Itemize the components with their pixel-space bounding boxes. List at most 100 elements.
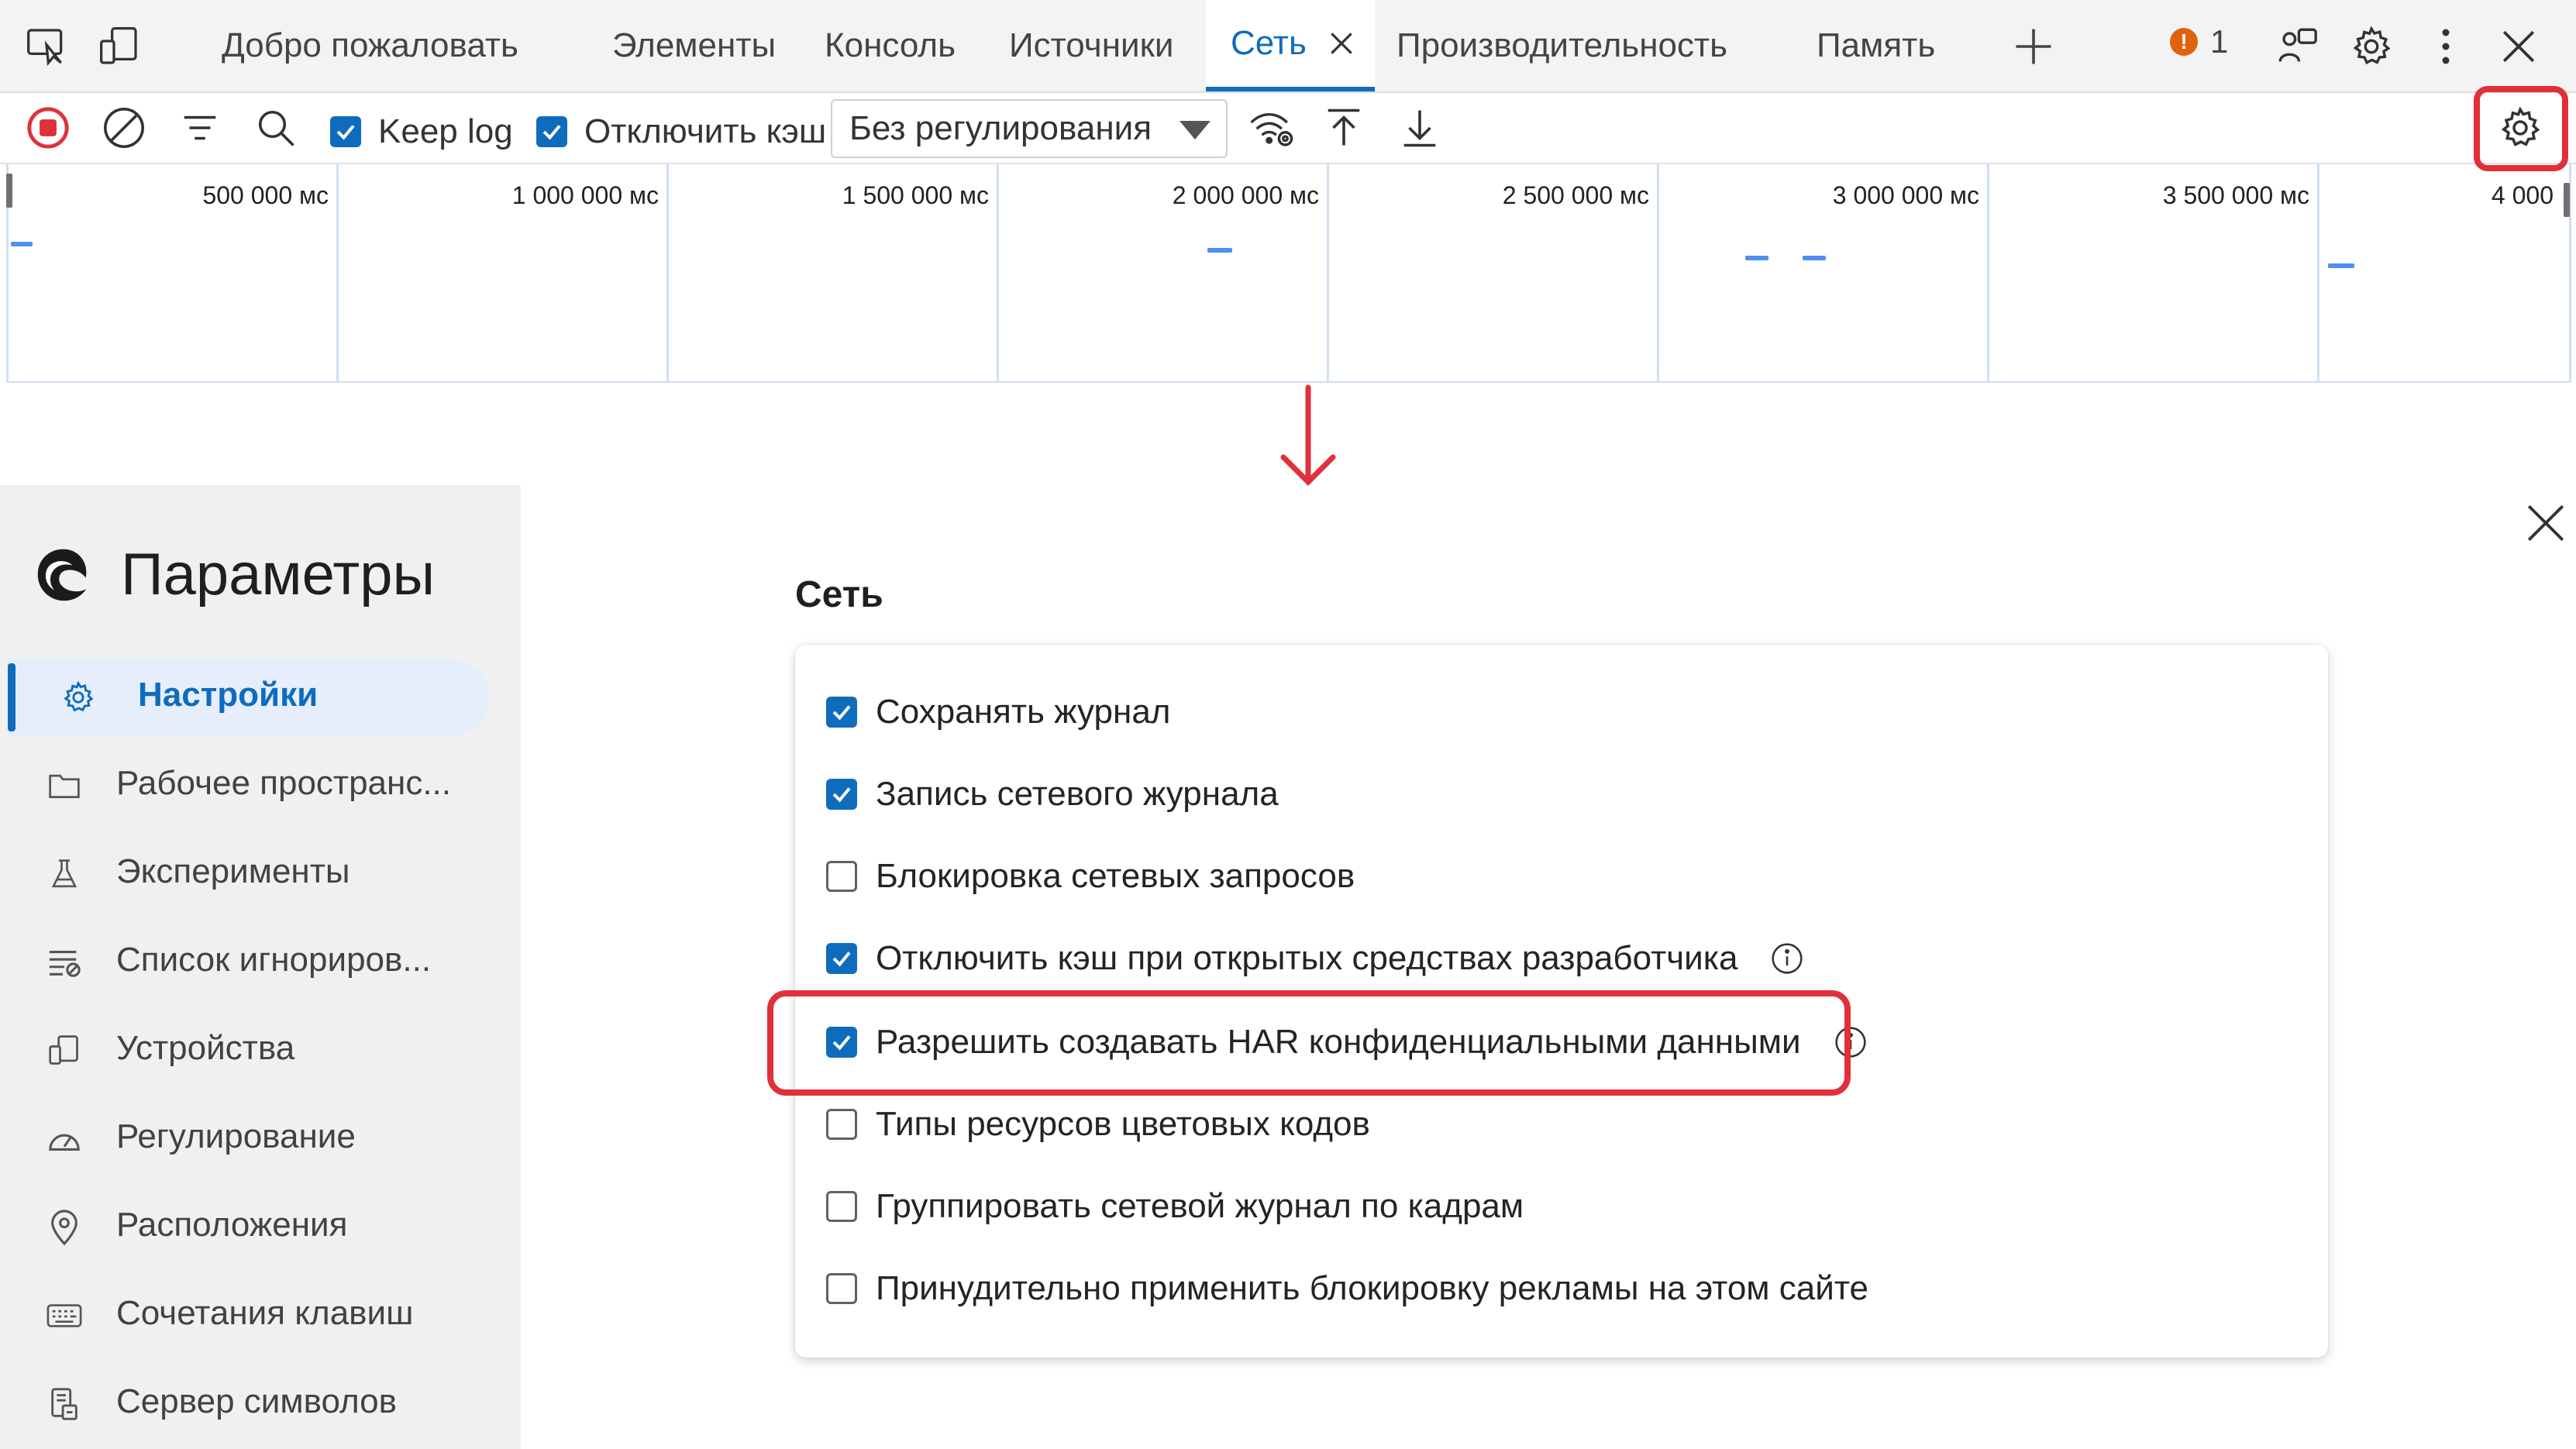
timeline-tick-label: 1 500 000 мс xyxy=(842,181,989,209)
option-disable-cache-devtools-open[interactable]: Отключить кэш при открытых средствах раз… xyxy=(826,939,1804,978)
timeline-tick-label: 1 000 000 мс xyxy=(511,181,659,209)
sidebar-item-throttling[interactable]: Регулирование xyxy=(0,1100,521,1178)
timeline-division: 3 500 000 мс xyxy=(1987,164,2317,381)
sidebar-item-symbol-server[interactable]: Сервер символов xyxy=(0,1365,521,1443)
checkbox-checked-icon[interactable] xyxy=(826,697,857,728)
checkbox-unchecked-icon[interactable] xyxy=(826,861,857,892)
timeline-tick-label: 2 000 000 мс xyxy=(1172,181,1319,209)
export-har-icon[interactable] xyxy=(1396,105,1443,151)
sidebar-item-experiments[interactable]: Эксперименты xyxy=(0,835,521,913)
settings-gear-icon[interactable] xyxy=(2348,23,2395,70)
checkbox-unchecked-icon[interactable] xyxy=(826,1109,857,1140)
devtools-tab-bar: Добро пожаловать Элементы Консоль Источн… xyxy=(0,0,2576,93)
feedback-icon[interactable] xyxy=(2274,23,2320,70)
option-record-network-log[interactable]: Запись сетевого журнала xyxy=(826,775,1279,814)
close-tab-icon[interactable] xyxy=(1327,29,1356,58)
sidebar-item-label: Сервер символов xyxy=(116,1382,397,1420)
option-preserve-log[interactable]: Сохранять журнал xyxy=(826,693,1170,731)
network-toolbar: Keep log Отключить кэш Без регулирования xyxy=(0,93,2576,164)
timeline-division: 3 000 000 мс xyxy=(1657,164,1987,381)
ignore-list-icon xyxy=(45,943,84,982)
edge-logo-icon xyxy=(34,546,93,604)
sidebar-item-label: Сочетания клавиш xyxy=(116,1294,414,1332)
sidebar-item-label: Регулирование xyxy=(116,1117,356,1155)
timeline-division: 1 000 000 мс xyxy=(336,164,666,381)
option-color-code-resource-types[interactable]: Типы ресурсов цветовых кодов xyxy=(826,1105,1370,1144)
checkbox-unchecked-icon[interactable] xyxy=(826,1191,857,1222)
network-overview-timeline: 500 000 мс 1 000 000 мс 1 500 000 мс 2 0… xyxy=(6,164,2571,383)
filter-icon[interactable] xyxy=(177,105,223,151)
tab-network[interactable]: Сеть xyxy=(1206,0,1375,91)
flask-icon xyxy=(45,855,84,893)
sidebar-item-preferences[interactable]: Настройки xyxy=(0,659,521,736)
gear-highlight-box xyxy=(2474,86,2568,171)
checkbox-checked-icon[interactable] xyxy=(826,779,857,810)
timeline-division: 4 000 xyxy=(2317,164,2571,381)
option-force-ad-blocking[interactable]: Принудительно применить блокировку рекла… xyxy=(826,1269,1868,1308)
throttling-select[interactable]: Без регулирования xyxy=(831,99,1228,158)
sidebar-item-label: Расположения xyxy=(116,1206,348,1244)
more-options-icon[interactable] xyxy=(2423,23,2469,70)
more-tabs-plus-icon[interactable] xyxy=(2010,23,2057,70)
request-mark xyxy=(1745,256,1768,260)
checkbox-checked-icon[interactable] xyxy=(826,943,857,974)
issues-icon: ! xyxy=(2170,28,2198,56)
tab-welcome[interactable]: Добро пожаловать xyxy=(222,0,518,91)
folder-icon xyxy=(45,766,84,805)
tab-elements[interactable]: Элементы xyxy=(612,0,776,91)
device-emulation-icon[interactable] xyxy=(96,23,143,70)
settings-header: Параметры xyxy=(34,541,435,608)
tab-memory[interactable]: Память xyxy=(1817,0,1935,91)
request-mark xyxy=(1207,248,1232,253)
sidebar-item-shortcuts[interactable]: Сочетания клавиш xyxy=(0,1277,521,1354)
sidebar-item-workspace[interactable]: Рабочее пространс... xyxy=(0,747,521,824)
overview-left-handle[interactable] xyxy=(6,174,12,208)
clear-icon[interactable] xyxy=(101,105,147,151)
sidebar-item-label: Настройки xyxy=(138,676,319,714)
tab-performance[interactable]: Производительность xyxy=(1396,0,1727,91)
sidebar-item-ignore-list[interactable]: Список игнориров... xyxy=(0,924,521,1001)
sidebar-item-locations[interactable]: Расположения xyxy=(0,1189,521,1266)
tab-console[interactable]: Консоль xyxy=(825,0,956,91)
disable-cache-checkbox[interactable]: Отключить кэш xyxy=(536,112,826,151)
network-conditions-icon[interactable] xyxy=(1248,105,1294,151)
info-icon[interactable] xyxy=(1770,941,1804,976)
timeline-tick-label: 3 000 000 мс xyxy=(1832,181,1979,209)
gauge-icon xyxy=(45,1120,84,1158)
timeline-division: 1 500 000 мс xyxy=(666,164,997,381)
timeline-division: 500 000 мс xyxy=(6,164,336,381)
checkbox-unchecked-icon[interactable] xyxy=(826,1273,857,1304)
keyboard-icon xyxy=(45,1296,84,1335)
network-section-title: Сеть xyxy=(795,574,883,615)
import-har-icon[interactable] xyxy=(1321,105,1367,151)
option-request-blocking[interactable]: Блокировка сетевых запросов xyxy=(826,857,1355,896)
sidebar-item-devices[interactable]: Устройства xyxy=(0,1012,521,1089)
close-devtools-icon[interactable] xyxy=(2495,23,2542,70)
chevron-down-icon xyxy=(1180,121,1211,139)
timeline-tick-label: 500 000 мс xyxy=(202,181,329,209)
timeline-tick-label: 3 500 000 мс xyxy=(2162,181,2309,209)
option-group-by-frame[interactable]: Группировать сетевой журнал по кадрам xyxy=(826,1187,1524,1226)
timeline-tick-label: 2 500 000 мс xyxy=(1502,181,1649,209)
issues-counter[interactable]: ! 1 xyxy=(2170,23,2228,60)
tab-sources[interactable]: Источники xyxy=(1009,0,1173,91)
gear-icon xyxy=(59,678,98,717)
close-settings-icon[interactable] xyxy=(2523,501,2570,547)
request-mark xyxy=(2328,263,2354,268)
timeline-tick-label: 4 000 xyxy=(2491,181,2554,209)
down-arrow-icon xyxy=(1279,384,1338,488)
devtools-window: Добро пожаловать Элементы Консоль Источн… xyxy=(0,0,2576,384)
har-option-highlight-box xyxy=(767,990,1851,1096)
timeline-division: 2 500 000 мс xyxy=(1327,164,1657,381)
overview-right-handle[interactable] xyxy=(2564,183,2570,217)
request-mark xyxy=(1803,256,1826,260)
timeline-division: 2 000 000 мс xyxy=(997,164,1327,381)
search-icon[interactable] xyxy=(253,105,299,151)
record-icon[interactable] xyxy=(25,105,71,151)
checkbox-checked-icon xyxy=(330,116,361,147)
devices-icon xyxy=(45,1031,84,1070)
keep-log-checkbox[interactable]: Keep log xyxy=(330,112,513,151)
symbol-server-icon xyxy=(45,1385,84,1423)
settings-sidebar: Параметры Настройки Рабочее пространс...… xyxy=(0,485,521,1449)
inspect-element-icon[interactable] xyxy=(23,23,70,70)
